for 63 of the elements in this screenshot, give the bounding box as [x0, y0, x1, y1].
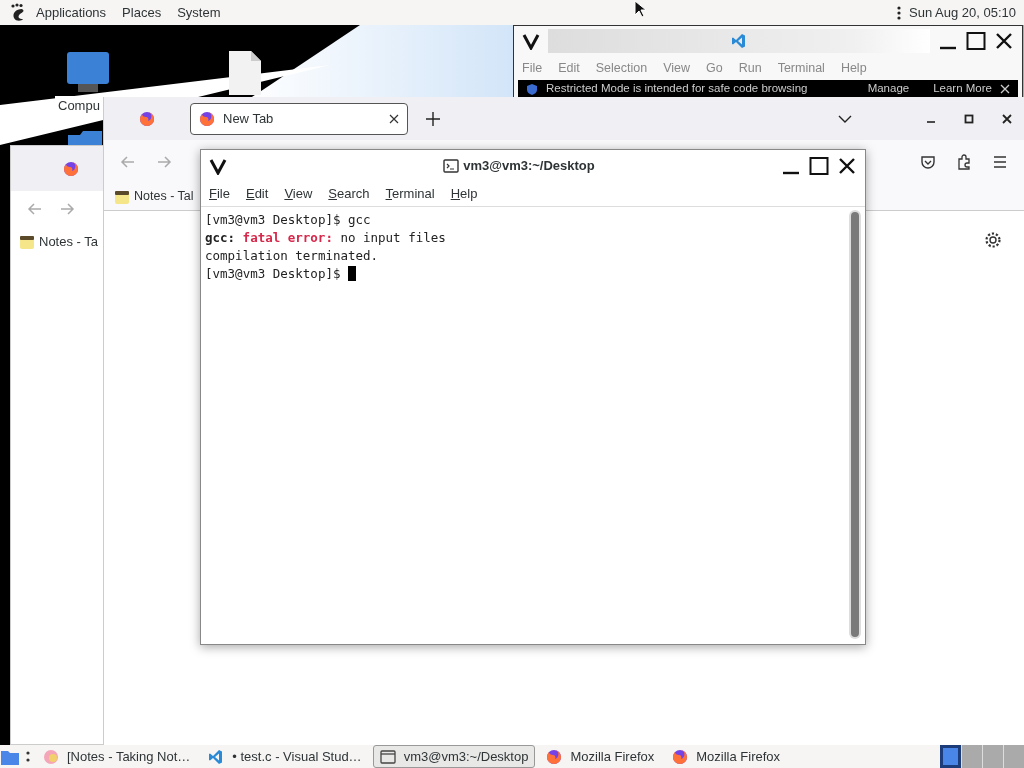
- terminal-text: no input files: [340, 230, 446, 245]
- menu-item[interactable]: Edit: [245, 183, 269, 204]
- clock[interactable]: Sun Aug 20, 05:10: [909, 2, 1016, 23]
- window-icon: [379, 748, 396, 765]
- icon-label: Compu: [55, 96, 103, 116]
- workspace-switcher[interactable]: [940, 745, 961, 768]
- firefox-icon: [199, 110, 215, 127]
- computer-icon[interactable]: [66, 50, 110, 94]
- taskbar-item[interactable]: [Notes - Taking Not…: [36, 745, 198, 768]
- extensions-icon[interactable]: [956, 153, 972, 170]
- terminal-text: [vm3@vm3 Desktop]$ gcc: [205, 212, 371, 227]
- window-title: vm3@vm3:~/Desktop: [463, 156, 595, 175]
- pocket-icon[interactable]: [920, 153, 936, 170]
- panel-menu[interactable]: Places: [122, 2, 162, 23]
- close-icon[interactable]: [837, 155, 857, 176]
- notes-app-icon: [43, 748, 59, 765]
- settings-icon[interactable]: [984, 231, 1002, 249]
- close-icon[interactable]: [389, 113, 399, 124]
- firefox-icon: [546, 748, 563, 765]
- taskbar-item[interactable]: • test.c - Visual Stud…: [201, 745, 369, 768]
- taskbar-item[interactable]: Mozilla Firefox: [665, 745, 788, 768]
- code-editor-icon: [208, 748, 225, 765]
- taskbar-item[interactable]: Mozilla Firefox: [539, 745, 662, 768]
- maximize-icon[interactable]: [966, 31, 986, 51]
- maximize-icon[interactable]: [964, 113, 974, 124]
- notepad-icon: [19, 234, 35, 250]
- menu-item[interactable]: Search: [328, 183, 370, 204]
- menu-item[interactable]: Help: [450, 183, 478, 204]
- handle-icon[interactable]: [26, 749, 30, 764]
- menu-item[interactable]: Terminal: [385, 183, 435, 204]
- error-label: fatal error:: [242, 230, 333, 245]
- browser-tab[interactable]: New Tab: [190, 102, 408, 135]
- panel-menu[interactable]: Applications: [36, 2, 107, 23]
- bookmark[interactable]: Notes - Tal: [114, 187, 194, 206]
- file-icon[interactable]: [228, 50, 262, 96]
- banner-text: Restricted Mode is intended for safe code browsing: [546, 81, 808, 97]
- bookmark[interactable]: Notes - Ta: [19, 232, 98, 252]
- terminal-text: compilation terminated.: [205, 248, 379, 263]
- menu-item[interactable]: View: [284, 183, 313, 204]
- notepad-icon: [114, 188, 130, 205]
- program-name: gcc:: [205, 230, 236, 245]
- taskbar-item[interactable]: vm3@vm3:~/Desktop: [372, 745, 536, 768]
- terminal-text: [vm3@vm3 Desktop]$: [205, 266, 341, 281]
- chevron-down-icon[interactable]: [838, 113, 852, 124]
- banner-link[interactable]: Learn More: [933, 80, 992, 98]
- terminal-icon: [443, 157, 460, 174]
- firefox-icon: [63, 160, 79, 177]
- code-editor-icon: [731, 33, 747, 49]
- menu-icon[interactable]: [992, 153, 1008, 170]
- shield-icon: [526, 83, 538, 95]
- maximize-icon[interactable]: [809, 155, 829, 176]
- menu-item[interactable]: File: [209, 183, 230, 204]
- banner-link[interactable]: Manage: [867, 80, 910, 98]
- panel-menu[interactable]: System: [177, 2, 221, 23]
- more-icon[interactable]: [897, 5, 901, 20]
- close-icon[interactable]: [1002, 113, 1012, 124]
- scrollbar[interactable]: [849, 210, 861, 639]
- new-tab-icon[interactable]: [426, 111, 440, 126]
- close-icon[interactable]: [994, 31, 1014, 51]
- firefox-icon: [672, 748, 689, 765]
- window-menu-icon[interactable]: [522, 32, 540, 50]
- menu-item[interactable]: View: [663, 58, 690, 78]
- firefox-icon: [139, 110, 155, 127]
